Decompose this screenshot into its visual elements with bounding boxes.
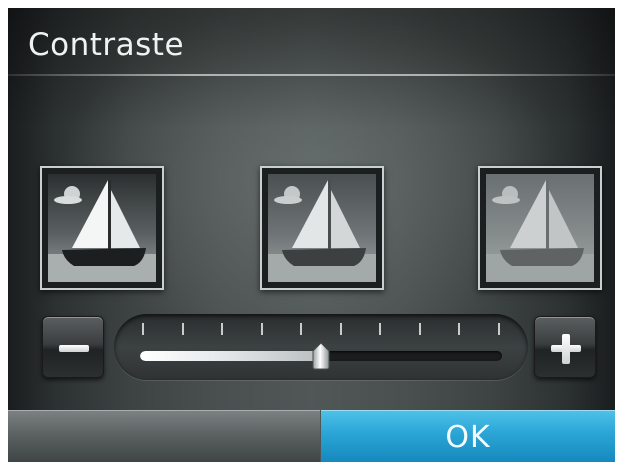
page-title: Contraste [28,27,185,63]
slider-tick [182,323,184,335]
footer-blank-area [8,410,320,462]
increase-contrast-button[interactable] [534,316,596,378]
title-bar: Contraste [8,8,615,74]
slider-fill [140,351,321,361]
sailboat-image-icon [486,174,594,282]
slider-thumb-icon [312,342,330,370]
sailboat-image-icon [48,174,156,282]
decrease-contrast-button[interactable] [42,316,104,378]
slider-ticks [142,323,500,337]
slider-tick [379,323,381,335]
contrast-slider-row [42,314,598,382]
plus-icon [535,317,595,377]
slider-tick [340,323,342,335]
sailboat-image-icon [268,174,376,282]
slider-tick [142,323,144,335]
slider-thumb[interactable] [312,342,330,370]
slider-tick [221,323,223,335]
contrast-preview-high[interactable] [478,166,602,290]
ok-button-label: OK [445,420,491,455]
slider-tick [419,323,421,335]
ok-button[interactable]: OK [321,410,615,462]
slider-tick [261,323,263,335]
contrast-preview-medium[interactable] [260,166,384,290]
contrast-slider[interactable] [114,314,528,380]
title-divider [8,74,615,76]
slider-tick [498,323,500,335]
slider-tick [300,323,302,335]
minus-icon [43,317,103,377]
footer-bar: OK [8,410,615,462]
contrast-preview-low[interactable] [40,166,164,290]
contrast-screen: Contraste OK [8,8,615,462]
slider-tick [458,323,460,335]
